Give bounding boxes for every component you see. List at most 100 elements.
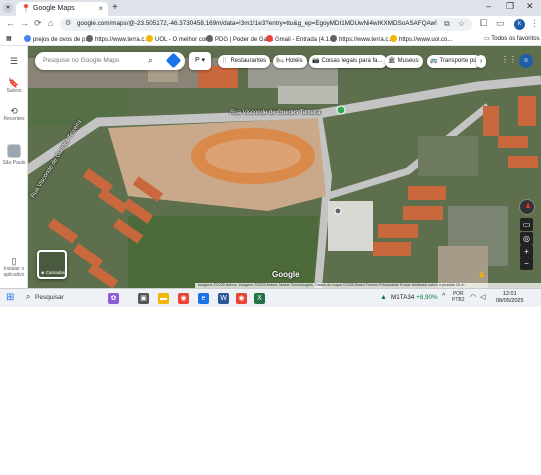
bookmark-favicon xyxy=(146,35,153,42)
screen: ▾ 📍 Google Maps × + – ❐ ✕ ← → ⟳ ⌂ ⚙ goog… xyxy=(0,0,541,307)
chips-next-icon[interactable]: › xyxy=(476,55,486,68)
browser-tab-bar: ▾ 📍 Google Maps × + – ❐ ✕ xyxy=(0,0,541,16)
chip-transit[interactable]: 🚌 Transporte pú xyxy=(427,55,481,68)
phone-icon: ▯ xyxy=(11,256,17,266)
pegman-icon[interactable]: ♟ xyxy=(478,270,485,279)
chip-hotels[interactable]: 🛏 Hotéis xyxy=(273,55,307,68)
install-app-icon[interactable]: ⧉ xyxy=(444,19,450,29)
history-icon: ⟲ xyxy=(10,106,18,116)
site-info-icon[interactable]: ⚙ xyxy=(65,19,71,27)
search-input[interactable] xyxy=(43,57,143,64)
install-app-button[interactable]: ▯ Instalar o aplicativo xyxy=(0,256,28,278)
edge-icon[interactable]: e xyxy=(198,293,209,304)
new-tab-button[interactable]: + xyxy=(112,2,118,13)
search-box: ⌕ xyxy=(35,52,185,70)
bookmark-2[interactable]: UOL - O melhor con... xyxy=(146,35,213,43)
bookmark-favicon xyxy=(266,35,273,42)
word-icon[interactable]: W xyxy=(218,293,229,304)
reload-button[interactable]: ⟳ xyxy=(34,18,42,29)
camera-icon: 📷 xyxy=(312,58,320,64)
chip-things-to-do[interactable]: 📷 Coisas legais para fa... xyxy=(309,55,387,68)
satellite-imagery xyxy=(28,46,541,288)
chip-museums[interactable]: 🏛 Museus xyxy=(385,55,423,68)
tray-overflow-icon[interactable]: ^ xyxy=(442,293,445,300)
place-thumbnail[interactable] xyxy=(7,144,21,158)
bed-icon: 🛏 xyxy=(276,58,284,64)
home-icon[interactable]: ⌂ xyxy=(48,18,53,28)
hamburger-icon: ☰ xyxy=(9,56,19,66)
bookmark-4[interactable]: Gmail - Entrada (4.1... xyxy=(266,35,334,43)
task-view-icon[interactable]: ▣ xyxy=(138,293,149,304)
layer-dropdown[interactable]: P ▾ xyxy=(189,52,211,70)
directions-icon[interactable] xyxy=(165,52,182,69)
excel-icon[interactable]: X xyxy=(254,293,265,304)
bookmark-favicon xyxy=(330,35,337,42)
account-avatar[interactable]: n xyxy=(519,54,533,68)
close-window-button[interactable]: ✕ xyxy=(526,1,534,12)
google-apps-icon[interactable]: ⋮⋮ xyxy=(501,55,517,64)
bookmark-favicon xyxy=(24,35,31,42)
street-label[interactable]: Rua Visconde de Guedes Teixeira xyxy=(230,110,321,116)
my-location-icon[interactable]: ◎ xyxy=(520,232,533,245)
tab-close-icon[interactable]: × xyxy=(98,4,103,13)
bookmark-icon: 🔖 xyxy=(8,78,20,88)
bookmark-3[interactable]: PDG | Poder de Gar... xyxy=(206,35,274,43)
chrome-icon[interactable]: ◉ xyxy=(178,293,189,304)
compass-icon[interactable] xyxy=(519,199,535,215)
view-3d-button[interactable]: ▭ xyxy=(520,218,533,231)
volume-icon[interactable]: ◁ xyxy=(480,293,485,301)
bookmark-5[interactable]: https://www.terra.c... xyxy=(330,35,393,43)
input-language[interactable]: POR PTB2 xyxy=(452,291,465,303)
forward-button[interactable]: → xyxy=(20,18,29,28)
windows-taskbar: ⊞ ⌕ Pesquisar ✿ ▣ ▬ ◉ e W ◉ X ▲ M1TA34 +… xyxy=(0,288,541,307)
layers-label: ◈ Camadas xyxy=(41,270,65,275)
taskbar-search[interactable]: Pesquisar xyxy=(35,294,64,301)
tab-google-maps[interactable]: 📍 Google Maps × xyxy=(16,2,108,16)
menu-button[interactable]: ☰ xyxy=(0,56,28,66)
maximize-button[interactable]: ❐ xyxy=(506,1,514,12)
wifi-icon[interactable]: ◠ xyxy=(470,293,476,301)
bookmark-favicon xyxy=(86,35,93,42)
sidebar-icon[interactable]: ▭ xyxy=(496,18,505,29)
search-icon[interactable]: ⌕ xyxy=(26,292,30,302)
tab-search-button[interactable]: ▾ xyxy=(3,3,13,13)
maps-app: ☰ 🔖 Salvos ⟲ Recentes São Paulo ▯ Instalar … xyxy=(0,46,541,288)
recent-button[interactable]: ⟲ Recentes xyxy=(0,106,28,122)
bookmarks-bar: ▦ prejos de ovos de p... https://www.ter… xyxy=(0,33,541,46)
bookmark-0[interactable]: prejos de ovos de p... xyxy=(24,35,90,43)
profile-avatar[interactable]: k xyxy=(514,19,525,30)
minimize-button[interactable]: – xyxy=(486,1,491,11)
bookmark-favicon xyxy=(390,35,397,42)
all-bookmarks-folder[interactable]: ▭ Todos os favoritos xyxy=(484,35,540,42)
browser-toolbar: ← → ⟳ ⌂ ⚙ google.com/maps/@-23.505172,-4… xyxy=(0,16,541,33)
compass-needle xyxy=(526,202,530,208)
chrome-active-icon[interactable]: ◉ xyxy=(236,293,247,304)
system-clock[interactable]: 12:01 08/05/2025 xyxy=(496,291,524,305)
maps-left-panel: ☰ 🔖 Salvos ⟲ Recentes São Paulo ▯ Instalar … xyxy=(0,46,28,288)
fork-knife-icon: 🍴 xyxy=(221,58,229,64)
chevron-down-icon: ▾ xyxy=(199,57,205,64)
zoom-out-button[interactable]: − xyxy=(520,257,533,270)
saved-button[interactable]: 🔖 Salvos xyxy=(0,78,28,94)
apps-grid-icon[interactable]: ▦ xyxy=(6,35,12,42)
browser-menu-icon[interactable]: ⋮ xyxy=(530,18,539,29)
chip-restaurants[interactable]: 🍴 Restaurantes xyxy=(218,55,271,68)
file-explorer-icon[interactable]: ▬ xyxy=(158,293,169,304)
layers-toggle[interactable]: ◈ Camadas xyxy=(37,250,67,279)
start-button[interactable]: ⊞ xyxy=(6,293,14,303)
search-icon[interactable]: ⌕ xyxy=(148,55,153,66)
back-button[interactable]: ← xyxy=(6,18,15,28)
bookmark-1[interactable]: https://www.terra.c... xyxy=(86,35,149,43)
stock-up-icon: ▲ xyxy=(380,294,387,301)
tab-title: Google Maps xyxy=(33,5,75,12)
extensions-icon[interactable]: ⧠ xyxy=(480,18,487,29)
bus-icon: 🚌 xyxy=(430,58,438,64)
address-bar[interactable]: ⚙ google.com/maps/@-23.505172,-46.373045… xyxy=(60,18,472,31)
satellite-map[interactable] xyxy=(28,46,541,288)
bookmark-star-icon[interactable]: ☆ xyxy=(458,19,465,28)
stock-ticker[interactable]: M1TA34 +8,90% xyxy=(391,294,438,301)
url-text[interactable]: google.com/maps/@-23.505172,-46.3730458,… xyxy=(77,20,437,27)
recent-place-sao-paulo[interactable]: São Paulo xyxy=(0,160,28,166)
bookmark-6[interactable]: https://www.uol.co... xyxy=(390,35,452,43)
widgets-icon[interactable]: ✿ xyxy=(108,293,119,304)
